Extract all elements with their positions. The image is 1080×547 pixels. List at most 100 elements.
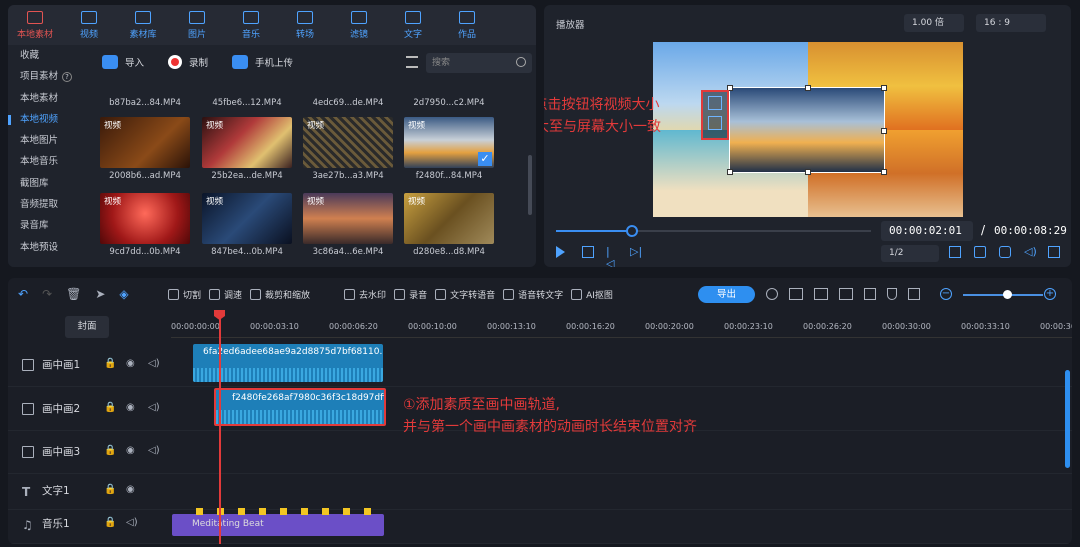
beat-marker[interactable] bbox=[280, 508, 287, 515]
sidebar-item-presets[interactable]: 本地预设 bbox=[8, 237, 92, 258]
marker-icon[interactable]: ◈ bbox=[119, 287, 128, 301]
next-frame-icon[interactable]: ▷| bbox=[630, 246, 642, 258]
beat-marker[interactable] bbox=[322, 508, 329, 515]
lock-icon[interactable]: 🔒 bbox=[104, 402, 116, 414]
subtitle-icon[interactable] bbox=[974, 246, 986, 258]
fit-screen-icon[interactable] bbox=[708, 96, 722, 110]
media-scrollbar[interactable] bbox=[528, 155, 532, 215]
undo-icon[interactable]: ↶ bbox=[18, 287, 28, 301]
sidebar-item-local-image[interactable]: 本地图片 bbox=[8, 130, 92, 151]
resize-handle[interactable] bbox=[805, 85, 811, 91]
sidebar-item-project-media[interactable]: 项目素材? bbox=[8, 66, 92, 87]
sidebar-item-local-media[interactable]: 本地素材 bbox=[8, 88, 92, 109]
check-icon[interactable]: ✓ bbox=[478, 152, 492, 166]
search-input[interactable]: 搜索 bbox=[426, 53, 532, 73]
beat-marker[interactable] bbox=[196, 508, 203, 515]
sidebar-item-screenshots[interactable]: 截图库 bbox=[8, 173, 92, 194]
resize-handle[interactable] bbox=[805, 169, 811, 175]
redo-icon[interactable]: ↷ bbox=[42, 287, 52, 301]
tab-music[interactable]: 音乐 bbox=[224, 5, 278, 45]
search-icon[interactable] bbox=[516, 57, 526, 67]
resize-handle[interactable] bbox=[881, 169, 887, 175]
sidebar-item-local-video[interactable]: 本地视频 bbox=[8, 109, 92, 130]
import-button[interactable]: 导入 bbox=[102, 55, 144, 69]
current-time[interactable]: 00:00:02:01 bbox=[881, 221, 973, 241]
phone-upload-button[interactable]: 手机上传 bbox=[232, 55, 293, 69]
tab-filter[interactable]: 滤镜 bbox=[332, 5, 386, 45]
select-icon[interactable]: ➤ bbox=[95, 287, 105, 301]
speed-button[interactable]: 调速 bbox=[209, 288, 242, 301]
layout-icon[interactable] bbox=[814, 288, 828, 300]
record-button[interactable]: 录制 bbox=[168, 55, 208, 69]
lock-icon[interactable]: 🔒 bbox=[104, 484, 116, 496]
export-button[interactable]: 导出 bbox=[698, 286, 755, 303]
beat-marker[interactable] bbox=[364, 508, 371, 515]
mosaic-icon[interactable] bbox=[864, 288, 876, 300]
ai-cutout-button[interactable]: AI抠图 bbox=[571, 288, 613, 301]
pip-overlay[interactable] bbox=[727, 85, 887, 175]
shield-icon[interactable] bbox=[887, 288, 897, 300]
speed-select[interactable]: 1.00 倍 bbox=[904, 14, 964, 32]
volume-icon[interactable]: ◁) bbox=[126, 517, 138, 529]
volume-icon[interactable]: ◁) bbox=[1024, 246, 1037, 258]
sidebar-item-favorites[interactable]: 收藏 bbox=[8, 45, 92, 66]
frame-icon[interactable] bbox=[908, 288, 920, 300]
sort-icon[interactable] bbox=[406, 56, 418, 68]
help-icon[interactable]: ? bbox=[62, 72, 73, 83]
media-item[interactable]: 视频 3ae27b...a3.MP4 bbox=[303, 117, 393, 181]
remove-watermark-button[interactable]: 去水印 bbox=[344, 288, 386, 301]
volume-icon[interactable]: ◁) bbox=[148, 445, 160, 457]
record-audio-button[interactable]: 录音 bbox=[394, 288, 427, 301]
eye-icon[interactable]: ◉ bbox=[126, 402, 138, 414]
tab-library[interactable]: 素材库 bbox=[116, 5, 170, 45]
lock-icon[interactable]: 🔒 bbox=[104, 445, 116, 457]
media-item[interactable]: 视频 9cd7dd...0b.MP4 bbox=[100, 193, 190, 257]
media-item[interactable]: 视频 847be4...0b.MP4 bbox=[202, 193, 292, 257]
fullscreen-icon[interactable] bbox=[1048, 246, 1060, 258]
tab-text[interactable]: 文字 bbox=[386, 5, 440, 45]
zoom-knob[interactable] bbox=[1003, 290, 1012, 299]
media-item[interactable]: 视频 3c86a4...6e.MP4 bbox=[303, 193, 393, 257]
resize-handle[interactable] bbox=[881, 85, 887, 91]
beat-marker[interactable] bbox=[343, 508, 350, 515]
media-item[interactable]: 视频 ✓ f2480f...84.MP4 bbox=[404, 117, 494, 181]
media-item[interactable]: 视频 25b2ea...de.MP4 bbox=[202, 117, 292, 181]
progress-knob[interactable] bbox=[625, 225, 638, 237]
palette-icon[interactable] bbox=[766, 288, 778, 300]
resize-handle[interactable] bbox=[881, 128, 887, 134]
tab-video[interactable]: 视频 bbox=[62, 5, 116, 45]
eye-icon[interactable]: ◉ bbox=[126, 358, 138, 370]
camera-icon[interactable] bbox=[999, 246, 1011, 258]
eye-icon[interactable]: ◉ bbox=[126, 445, 138, 457]
grid-icon[interactable] bbox=[789, 288, 803, 300]
beat-marker[interactable] bbox=[301, 508, 308, 515]
tab-works[interactable]: 作品 bbox=[440, 5, 494, 45]
lock-icon[interactable]: 🔒 bbox=[104, 517, 116, 529]
music-clip[interactable]: Meditating Beat bbox=[172, 508, 384, 536]
aspect-ratio-select[interactable]: 16 : 9 bbox=[976, 14, 1046, 32]
cut-button[interactable]: 切割 bbox=[168, 288, 201, 301]
tab-image[interactable]: 图片 bbox=[170, 5, 224, 45]
lock-icon[interactable]: 🔒 bbox=[104, 358, 116, 370]
timeline-clip[interactable]: 6fa2ed6adee68ae9a2d8875d7bf68110. bbox=[193, 344, 383, 382]
tab-local-media[interactable]: 本地素材 bbox=[8, 5, 62, 45]
playhead[interactable] bbox=[219, 310, 221, 544]
zoom-out-icon[interactable]: − bbox=[940, 288, 952, 300]
cover-button[interactable]: 封面 bbox=[65, 316, 109, 338]
stop-icon[interactable] bbox=[582, 246, 594, 258]
beat-marker[interactable] bbox=[259, 508, 266, 515]
tab-transition[interactable]: 转场 bbox=[278, 5, 332, 45]
split-icon[interactable] bbox=[839, 288, 853, 300]
page-select[interactable]: 1/2 bbox=[881, 245, 939, 262]
delete-icon[interactable]: 🗑 bbox=[66, 287, 81, 301]
playback-progress[interactable] bbox=[556, 225, 871, 237]
fit-icon[interactable] bbox=[949, 246, 961, 258]
timeline-scrollbar[interactable] bbox=[1065, 370, 1070, 468]
crop-zoom-button[interactable]: 裁剪和缩放 bbox=[250, 288, 310, 301]
sidebar-item-recordings[interactable]: 录音库 bbox=[8, 215, 92, 236]
eye-icon[interactable]: ◉ bbox=[126, 484, 138, 496]
text-to-speech-button[interactable]: 文字转语音 bbox=[435, 288, 495, 301]
volume-icon[interactable]: ◁) bbox=[148, 358, 160, 370]
fill-screen-icon[interactable] bbox=[708, 116, 722, 130]
prev-frame-icon[interactable]: |◁ bbox=[606, 246, 618, 268]
